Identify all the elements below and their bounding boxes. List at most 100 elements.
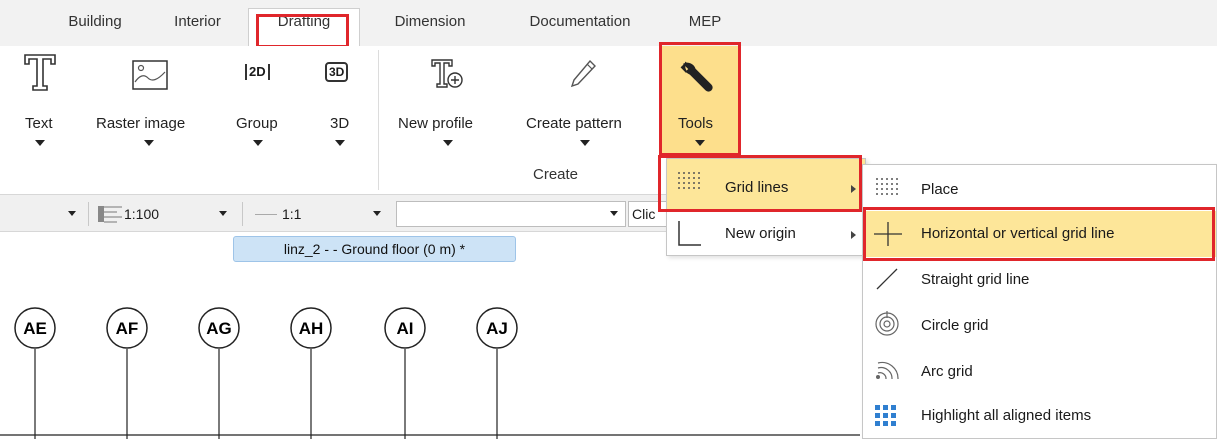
ribbon-tab-bar: Building Interior Drafting Dimension Doc… [0,0,1217,46]
diagonal-line-icon [876,268,898,290]
3d-cube-icon: 3D [325,62,349,82]
new-profile-caret-icon [443,140,453,146]
text-caret-icon [35,140,45,146]
text-button[interactable]: Text [10,46,70,164]
wrench-icon [680,61,713,92]
raster-caret-icon [144,140,154,146]
grid-marker-ah-label: AH [299,319,324,338]
tab-dimension[interactable]: Dimension [370,10,490,46]
tools-label: Tools [678,115,714,132]
blue-grid-icon [875,405,896,426]
tab-drafting-label: Drafting [277,13,331,30]
tab-building-label: Building [68,13,122,30]
tab-drafting[interactable]: Drafting [248,8,360,46]
origin-axis-icon [678,221,701,246]
arc-grid-label: Arc grid [921,363,973,380]
hint-field: Clic [628,201,668,227]
grid-marker-af-label: AF [116,319,139,338]
submenu-arrow-icon [851,185,856,193]
grid-marker-ai-label: AI [397,319,414,338]
ribbon-separator [378,50,379,190]
submenu-item-horizontal-vertical-grid-line[interactable]: Horizontal or vertical grid line [863,211,1216,257]
group-2d-badge: 2D [249,64,266,79]
tab-mep-label: MEP [688,13,722,30]
3d-badge: 3D [329,65,345,79]
menu-item-new-origin[interactable]: New origin [667,211,865,255]
tools-menu: Grid lines New origin [666,158,866,256]
tab-dimension-label: Dimension [394,13,466,30]
raster-image-button[interactable]: Raster image [88,46,208,164]
tools-caret-icon [695,140,705,146]
new-origin-label: New origin [725,225,796,242]
straight-grid-line-label: Straight grid line [921,271,1030,288]
create-pattern-button[interactable]: Create pattern [518,46,652,164]
submenu-arrow-icon [851,231,856,239]
document-tab[interactable]: linz_2 - - Ground floor (0 m) * [233,236,516,262]
tab-interior[interactable]: Interior [150,10,245,46]
scale-icon [98,206,122,223]
toolbar-separator [88,202,89,226]
new-profile-button[interactable]: New profile [390,46,506,164]
submenu-item-arc-grid[interactable]: Arc grid [863,347,1216,393]
menu-item-grid-lines[interactable]: Grid lines [667,159,865,211]
pencil-icon [570,59,596,88]
submenu-item-straight-grid-line[interactable]: Straight grid line [863,257,1216,301]
tab-building[interactable]: Building [40,10,150,46]
3d-label: 3D [330,115,350,132]
concentric-circles-icon [875,311,899,336]
layer-dropdown-icon[interactable] [610,211,618,216]
tab-interior-label: Interior [174,13,221,30]
document-tab-title: linz_2 - - Ground floor (0 m) * [283,241,466,257]
toolbar-separator [242,202,243,226]
raster-image-label: Raster image [96,115,186,132]
grid-dots-icon [678,172,700,189]
grid-marker-ag[interactable]: AG [198,307,240,439]
layer-input[interactable] [396,201,626,227]
grid-lines-submenu: Place Horizontal or vertical grid line S… [862,164,1217,439]
grid-marker-af[interactable]: AF [106,307,148,439]
create-group-label: Create [533,166,579,183]
submenu-item-place[interactable]: Place [863,165,1216,211]
new-profile-icon [431,59,463,88]
place-label: Place [921,181,959,198]
horizontal-vertical-label: Horizontal or vertical grid line [921,225,1115,242]
highlight-aligned-label: Highlight all aligned items [921,407,1092,424]
3d-button[interactable]: 3D 3D [318,46,362,164]
grid-marker-aj[interactable]: AJ [476,307,518,439]
tab-documentation-label: Documentation [529,13,631,30]
grid-dots-icon [876,178,898,195]
submenu-item-highlight-aligned[interactable]: Highlight all aligned items [863,393,1216,439]
grid-marker-aj-label: AJ [486,319,508,338]
dropdown-arrow-icon[interactable] [68,211,76,216]
create-pattern-caret-icon [580,140,590,146]
create-pattern-label: Create pattern [526,115,622,132]
scale-dropdown-icon[interactable] [219,211,227,216]
line-sample-icon [255,214,277,215]
group-2d-icon: 2D [245,64,270,80]
scale-value[interactable]: 1:100 [124,202,159,226]
tab-documentation[interactable]: Documentation [500,10,660,46]
hint-text: Clic [632,206,656,222]
submenu-item-circle-grid[interactable]: Circle grid [863,301,1216,347]
crosshair-icon [874,222,902,246]
tab-mep[interactable]: MEP [680,10,730,46]
text-tool-icon [24,54,56,91]
group-button[interactable]: 2D Group [228,46,288,164]
grid-lines-label: Grid lines [725,179,789,196]
3d-caret-icon [335,140,345,146]
group-caret-icon [253,140,263,146]
group-label: Group [236,115,278,132]
grid-marker-ae-label: AE [23,319,47,338]
raster-image-icon [132,60,168,90]
grid-marker-ag-label: AG [206,319,232,338]
ratio-value[interactable]: 1:1 [282,202,301,226]
grid-marker-ai[interactable]: AI [384,307,426,439]
ratio-dropdown-icon[interactable] [373,211,381,216]
grid-marker-ah[interactable]: AH [290,307,332,439]
text-button-label: Text [25,115,53,132]
circle-grid-label: Circle grid [921,317,989,334]
grid-marker-ae[interactable]: AE [14,307,56,439]
arc-grid-icon [876,361,899,380]
new-profile-label: New profile [398,115,474,132]
tools-button[interactable]: Tools [662,46,738,154]
